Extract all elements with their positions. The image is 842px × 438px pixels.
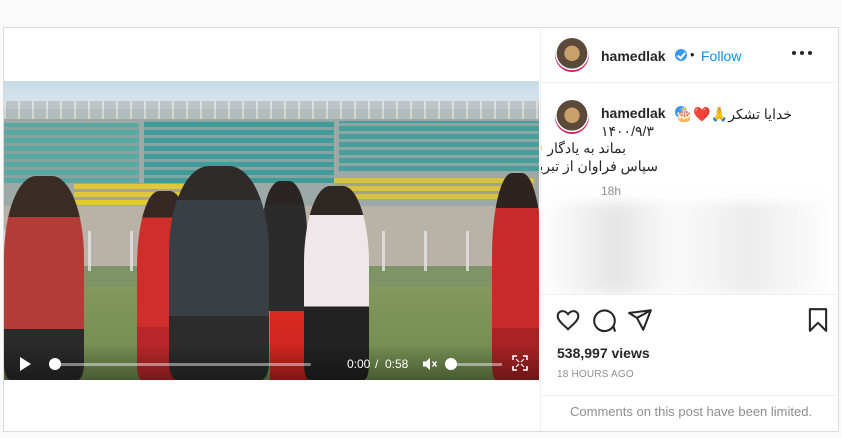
separator-dot: • <box>690 47 695 62</box>
video-frame-seats <box>4 123 139 183</box>
share-icon[interactable] <box>627 307 653 333</box>
duration: 0:58 <box>385 357 409 371</box>
video-player[interactable]: 0:00 / 0:58 <box>4 81 539 380</box>
post-header: hamedlak • Follow <box>541 28 838 83</box>
caption-date: ۱۴۰۰/۹/۳ <box>601 123 654 139</box>
post-actions: 538,997 views 18 HOURS AGO <box>541 294 838 394</box>
time-separator: / <box>375 357 379 371</box>
post-sidebar: hamedlak • Follow hamedlak خدایا تشکر🙏❤️… <box>540 28 838 431</box>
post-media: 0:00 / 0:58 <box>4 28 539 431</box>
play-icon[interactable] <box>20 357 31 371</box>
comments-limited-notice: Comments on this post have been limited. <box>541 395 838 431</box>
caption-username-link[interactable]: hamedlak <box>601 105 666 121</box>
video-frame-seats <box>339 121 539 171</box>
progress-track[interactable] <box>49 363 311 366</box>
progress-scrubber[interactable] <box>49 358 61 370</box>
volume-icon[interactable] <box>422 356 438 372</box>
volume-thumb[interactable] <box>445 358 457 370</box>
blurred-comments <box>541 202 838 294</box>
video-frame-fence <box>4 101 539 119</box>
caption-line: خدایا تشکر🙏❤️🎂 <box>675 106 792 122</box>
fullscreen-icon[interactable] <box>512 355 528 371</box>
heart-icon[interactable] <box>555 307 581 333</box>
caption-line: سپاس فراوان از تبریک هاتون❤️ <box>541 158 658 174</box>
video-controls: 0:00 / 0:58 <box>4 344 539 380</box>
follow-button[interactable]: Follow <box>701 48 741 64</box>
avatar[interactable] <box>555 38 589 72</box>
caption-timestamp[interactable]: 18h <box>601 184 621 198</box>
caption-line: بماند به یادگار 😍😟 <box>541 140 626 156</box>
caption: hamedlak خدایا تشکر🙏❤️🎂 ۱۴۰۰/۹/۳ بماند ب… <box>541 84 838 294</box>
post-timestamp[interactable]: 18 HOURS AGO <box>557 369 634 380</box>
verified-badge-icon <box>675 49 687 61</box>
more-options-icon[interactable] <box>791 46 813 60</box>
view-count[interactable]: 538,997 views <box>557 345 650 361</box>
comment-icon[interactable] <box>591 307 617 333</box>
comments-limited-text: Comments on this post have been limited. <box>570 404 813 419</box>
bookmark-icon[interactable] <box>805 307 831 333</box>
username-link[interactable]: hamedlak <box>601 48 666 64</box>
current-time: 0:00 <box>347 357 371 371</box>
caption-avatar[interactable] <box>555 100 589 134</box>
post-card: 0:00 / 0:58 hamedlak • Follow hamedlak خ… <box>3 27 839 432</box>
